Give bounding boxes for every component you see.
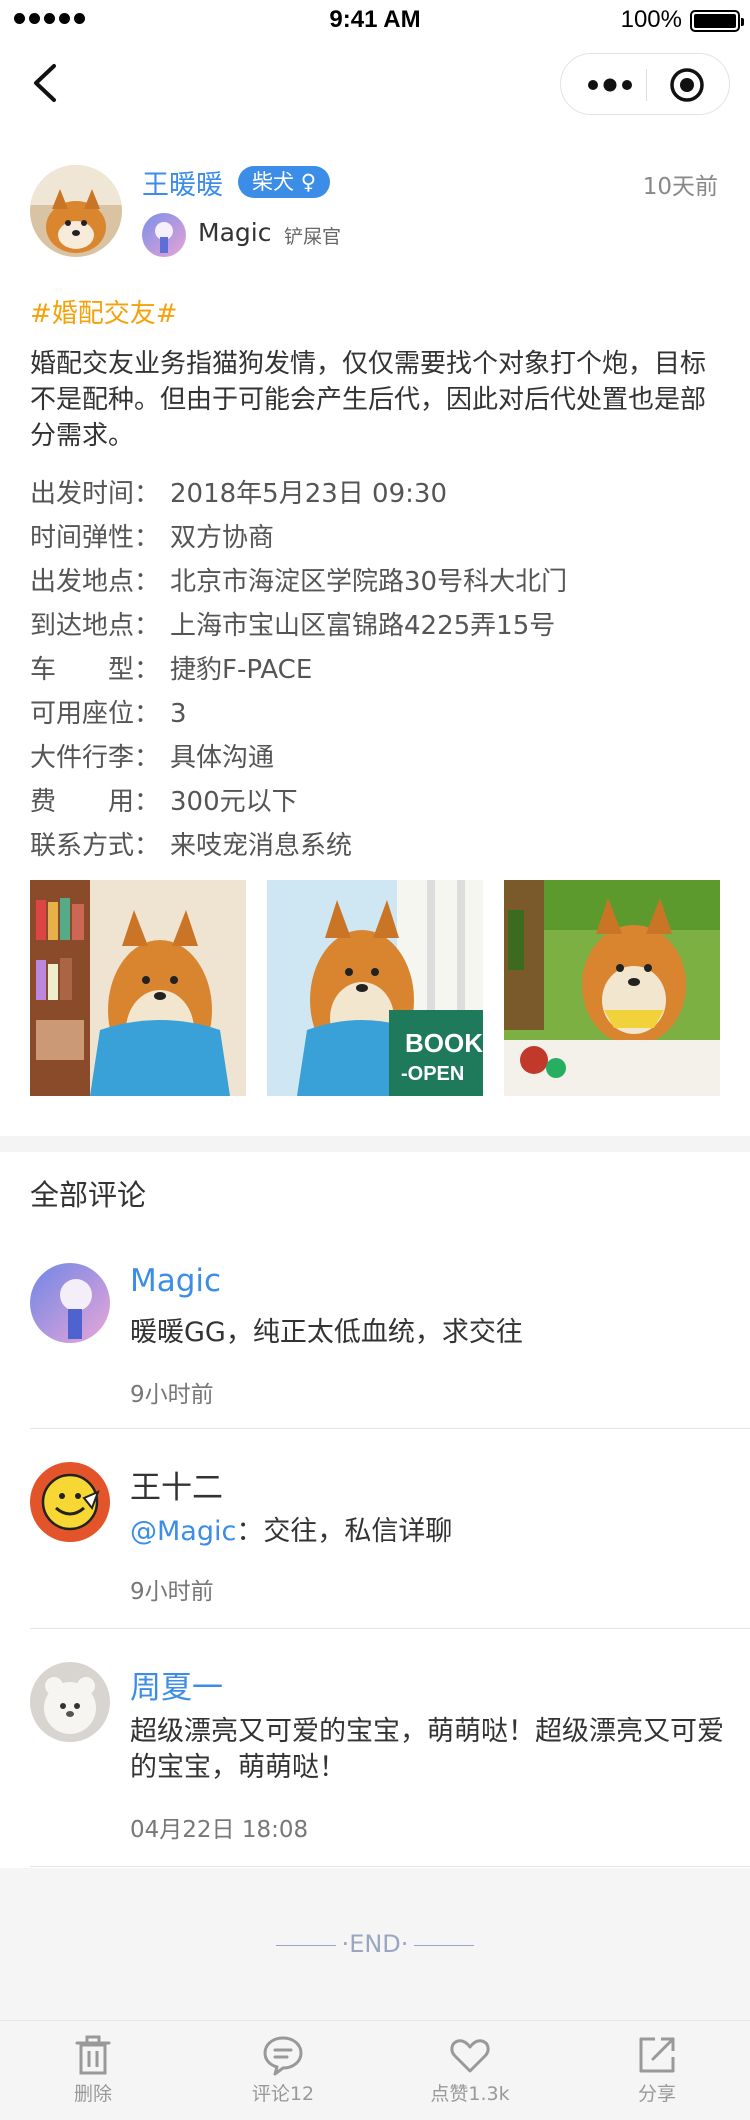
status-bar: 9:41 AM 100% bbox=[0, 0, 750, 40]
info-row-departure-place: 出发地点： 北京市海淀区学院路30号科大北门 bbox=[30, 560, 720, 604]
trash-icon bbox=[75, 2035, 111, 2075]
share-icon bbox=[639, 2037, 675, 2073]
photo-2[interactable]: BOOK -OPEN bbox=[267, 880, 483, 1096]
info-label: 可用座位： bbox=[30, 699, 161, 729]
info-label: 到达地点： bbox=[30, 611, 161, 641]
battery-icon bbox=[690, 10, 744, 32]
tab-label: 删除 bbox=[73, 2083, 112, 2105]
info-label: 费 用： bbox=[30, 787, 161, 817]
comment-time: 9小时前 bbox=[130, 1579, 214, 1605]
target-icon[interactable] bbox=[669, 67, 705, 103]
comment-text: 暖暖GG，纯正太低血统，求交往 bbox=[130, 1317, 523, 1348]
comment-author[interactable]: 王十二 bbox=[130, 1462, 223, 1507]
comment-time: 9小时前 bbox=[130, 1382, 214, 1408]
comment-divider bbox=[30, 1866, 750, 1867]
info-value: 300元以下 bbox=[170, 787, 298, 817]
post-time: 10天前 bbox=[642, 174, 718, 200]
tab-label: 点赞1.3k bbox=[430, 2083, 510, 2105]
owner-role: 铲屎官 bbox=[284, 226, 342, 248]
capsule-menu bbox=[560, 53, 730, 115]
nav-bar bbox=[0, 50, 750, 116]
breed-badge: 柴犬 ♀ bbox=[238, 166, 331, 198]
share-button[interactable]: 分享 bbox=[597, 2033, 717, 2106]
info-label: 车 型： bbox=[30, 655, 161, 685]
delete-button[interactable]: 删除 bbox=[33, 2033, 153, 2106]
topic-hashtag[interactable]: #婚配交友# bbox=[30, 293, 178, 330]
comment-button[interactable]: 评论12 bbox=[223, 2033, 343, 2106]
comment-author[interactable]: Magic bbox=[130, 1263, 221, 1299]
comment-avatar[interactable] bbox=[30, 1462, 110, 1542]
photo-grid: BOOK -OPEN bbox=[30, 880, 720, 1096]
comment-author[interactable]: 周夏一 bbox=[130, 1662, 223, 1707]
comment-avatar[interactable] bbox=[30, 1662, 110, 1742]
info-label: 联系方式： bbox=[30, 831, 161, 861]
info-value: 上海市宝山区富锦路4225弄15号 bbox=[170, 611, 556, 641]
info-row-contact: 联系方式： 来吱宠消息系统 bbox=[30, 824, 720, 868]
like-button[interactable]: 点赞1.3k bbox=[410, 2033, 530, 2106]
post-content: 婚配交友业务指猫狗发情，仅仅需要找个对象打个炮，目标不是配种。但由于可能会产生后… bbox=[30, 349, 707, 451]
end-marker: ·END· bbox=[0, 1930, 750, 1958]
info-value: 3 bbox=[170, 699, 187, 729]
info-row-luggage: 大件行李： 具体沟通 bbox=[30, 736, 720, 780]
tab-label: 分享 bbox=[637, 2083, 676, 2105]
comment-avatar[interactable] bbox=[30, 1263, 110, 1343]
info-value: 捷豹F-PACE bbox=[170, 655, 313, 685]
battery-percent: 100% bbox=[620, 6, 682, 33]
battery-level bbox=[694, 14, 736, 28]
info-row-fee: 费 用： 300元以下 bbox=[30, 780, 720, 824]
info-label: 时间弹性： bbox=[30, 523, 161, 553]
breed-label: 柴犬 bbox=[252, 170, 294, 194]
info-value: 来吱宠消息系统 bbox=[170, 831, 353, 861]
bottom-action-bar: 删除 评论12 点赞1.3k 分享 bbox=[0, 2020, 750, 2120]
info-value: 双方协商 bbox=[170, 523, 275, 553]
heart-icon bbox=[450, 2039, 490, 2073]
comments-title: 全部评论 bbox=[30, 1178, 147, 1212]
author-name[interactable]: 王暖暖 bbox=[142, 163, 223, 202]
comment-text-body: ：交往，私信详聊 bbox=[236, 1516, 453, 1547]
info-label: 大件行李： bbox=[30, 743, 161, 773]
comment-divider bbox=[30, 1428, 750, 1429]
tab-label: 评论12 bbox=[251, 2083, 315, 2105]
end-text: END bbox=[349, 1930, 401, 1958]
section-separator bbox=[0, 1136, 750, 1152]
comment-divider bbox=[30, 1628, 750, 1629]
info-value: 北京市海淀区学院路30号科大北门 bbox=[170, 567, 568, 597]
owner-avatar[interactable] bbox=[142, 213, 186, 257]
comment-icon bbox=[263, 2036, 303, 2076]
comment-text: 超级漂亮又可爱的宝宝，萌萌哒！超级漂亮又可爱的宝宝，萌萌哒！ bbox=[130, 1716, 724, 1783]
author-avatar[interactable] bbox=[30, 165, 122, 257]
chevron-left-icon[interactable] bbox=[26, 62, 66, 104]
photo-1[interactable] bbox=[30, 880, 246, 1096]
info-row-arrival-place: 到达地点： 上海市宝山区富锦路4225弄15号 bbox=[30, 604, 720, 648]
mention-link[interactable]: @Magic bbox=[130, 1516, 236, 1547]
info-row-time-flexibility: 时间弹性： 双方协商 bbox=[30, 516, 720, 560]
photo-3[interactable] bbox=[504, 880, 720, 1096]
capsule-divider bbox=[646, 69, 647, 101]
female-icon: ♀ bbox=[300, 170, 317, 194]
photo-2-open-text: -OPEN bbox=[401, 1063, 464, 1085]
info-row-seats: 可用座位： 3 bbox=[30, 692, 720, 736]
info-list: 出发时间： 2018年5月23日 09:30 时间弹性： 双方协商 出发地点： 北京市… bbox=[30, 472, 720, 868]
info-value: 2018年5月23日 09:30 bbox=[170, 479, 447, 509]
info-row-departure-time: 出发时间： 2018年5月23日 09:30 bbox=[30, 472, 720, 516]
info-row-car-model: 车 型： 捷豹F-PACE bbox=[30, 648, 720, 692]
comment-time: 04月22日 18:08 bbox=[130, 1817, 309, 1843]
photo-2-book-text: BOOK bbox=[405, 1028, 483, 1058]
owner-name[interactable]: Magic bbox=[198, 218, 271, 247]
info-value: 具体沟通 bbox=[170, 743, 275, 773]
more-dots-icon[interactable] bbox=[585, 73, 635, 97]
info-label: 出发地点： bbox=[30, 567, 161, 597]
info-label: 出发时间： bbox=[30, 479, 161, 509]
comment-text: @Magic：交往，私信详聊 bbox=[130, 1514, 730, 1550]
